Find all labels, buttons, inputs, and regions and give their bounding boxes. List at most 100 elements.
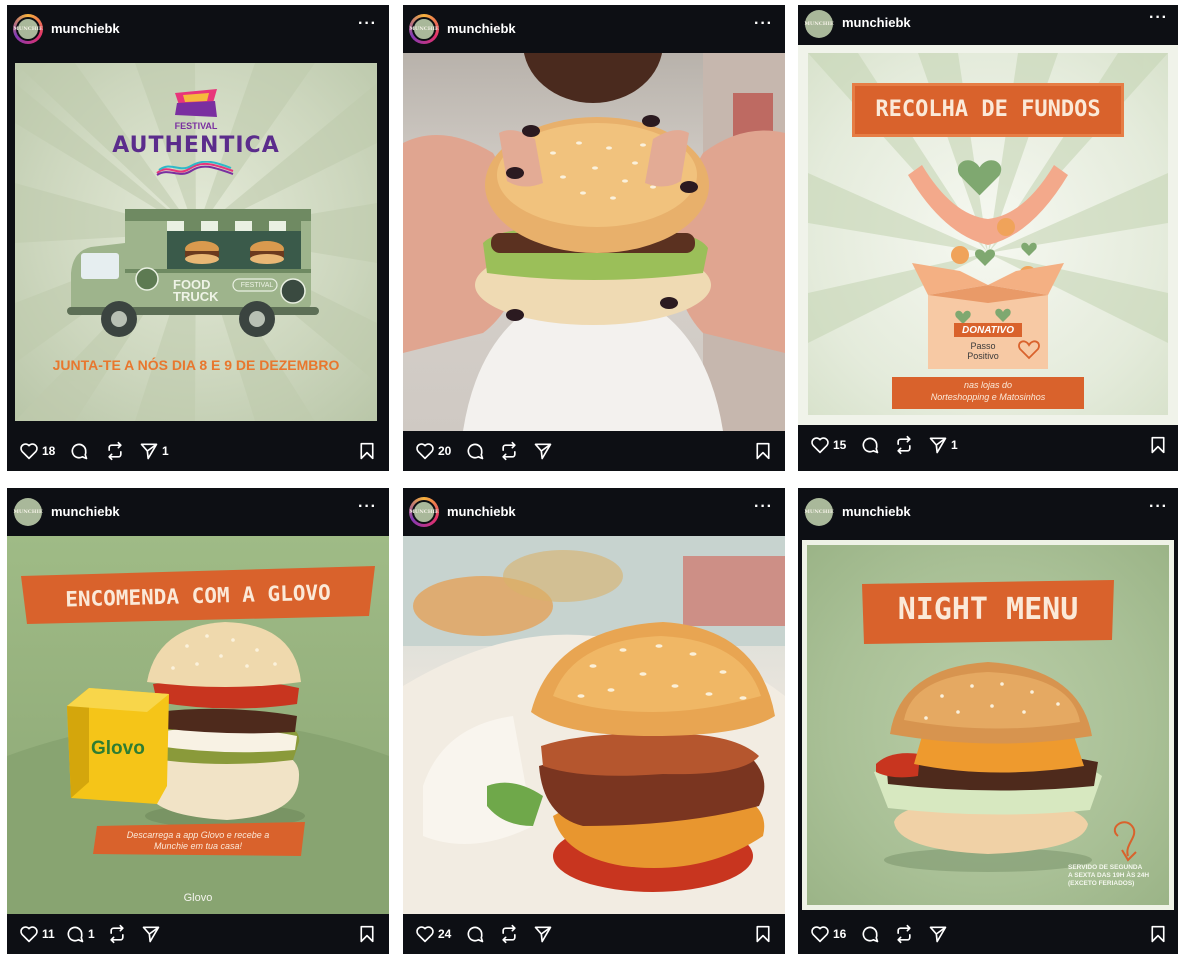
post-image[interactable]: RECOLHA DE FUNDOS DONATIVO Passo Positiv… [798,45,1178,425]
repost-button[interactable] [894,435,914,455]
more-options-icon[interactable]: ··· [358,498,377,516]
share-button[interactable]: 1 [928,435,958,455]
avatar[interactable]: MUNCHIE [13,14,43,44]
avatar[interactable]: MUNCHIE [804,9,834,39]
post-header: MUNCHIE munchiebk ··· [403,488,785,536]
more-options-icon[interactable]: ··· [358,15,377,33]
send-icon [929,926,947,943]
repost-icon [897,435,911,455]
like-button[interactable]: 24 [415,924,451,944]
action-bar: 18 1 [7,431,389,471]
post-card: MUNCHIE munchiebk ··· [798,488,1178,954]
promo-caption: Descarrega a app Glovo e recebe a Munchie… [126,830,270,851]
more-options-icon[interactable]: ··· [754,498,773,516]
comment-icon [862,437,879,454]
post-header: MUNCHIE munchiebk ··· [7,488,389,536]
action-bar: 16 [798,914,1178,954]
more-options-icon[interactable]: ··· [754,15,773,33]
avatar[interactable]: MUNCHIE [409,14,439,44]
heart-icon [416,926,434,943]
like-button[interactable]: 15 [810,435,846,455]
repost-button[interactable] [499,441,519,461]
username[interactable]: munchiebk [842,15,911,30]
repost-icon [502,441,516,461]
username[interactable]: munchiebk [447,504,516,519]
post-image[interactable]: FESTIVAL AUTHENTICA FOOD TRUCK FESTIVAL … [7,53,389,431]
repost-button[interactable] [107,924,127,944]
comment-button[interactable]: 1 [65,924,95,944]
save-button[interactable] [1150,925,1166,948]
bag-brand: Glovo [91,738,145,759]
truck-badge: FESTIVAL [240,282,274,289]
share-button[interactable] [141,924,161,944]
heart-icon [811,926,829,943]
food-truck-illustration [67,209,319,337]
post-card: MUNCHIE munchiebk ··· [7,5,389,471]
banner-title: NIGHT MENU [897,592,1079,627]
like-button[interactable]: 16 [810,924,846,944]
post-image[interactable]: NIGHT MENU SERVIDO DE SEGUNDA A SEXTA DAS… [798,536,1178,914]
like-button[interactable]: 11 [19,924,55,944]
like-count: 16 [833,927,847,941]
comment-button[interactable] [69,441,92,461]
username[interactable]: munchiebk [447,21,516,36]
festival-logo-icon [175,89,217,117]
share-button[interactable] [928,924,948,944]
schedule-note: SERVIDO DE SEGUNDA A SEXTA DAS 19H ÀS 24H… [1068,864,1150,887]
comment-button[interactable] [860,435,880,455]
save-button[interactable] [755,925,771,948]
save-button[interactable] [359,442,375,465]
username[interactable]: munchiebk [51,504,120,519]
repost-button[interactable] [105,441,125,461]
post-header: MUNCHIE munchiebk ··· [798,5,1178,45]
bookmark-icon [360,442,374,460]
repost-button[interactable] [499,924,519,944]
like-count: 15 [833,438,847,452]
post-image[interactable]: ENCOMENDA COM A GLOVO Glovo Descarrega a… [7,536,389,914]
share-button[interactable]: 1 [139,441,169,461]
comment-icon [71,443,88,460]
post-image[interactable] [403,53,785,431]
post-header: MUNCHIE munchiebk ··· [403,5,785,53]
heart-icon [20,926,38,943]
post-header: MUNCHIE munchiebk ··· [798,488,1178,536]
burger-in-hands-photo [403,53,785,431]
comment-button[interactable] [465,441,485,461]
send-icon [142,926,160,943]
repost-button[interactable] [894,924,914,944]
avatar[interactable]: MUNCHIE [13,497,43,527]
more-options-icon[interactable]: ··· [1149,498,1168,516]
avatar[interactable]: MUNCHIE [409,497,439,527]
repost-icon [502,924,516,944]
heart-icon [20,443,38,460]
post-grid: MUNCHIE munchiebk ··· FESTIVAL AUTHENTIC… [0,0,1178,954]
comment-icon [467,926,484,943]
post-image[interactable] [403,536,785,914]
comment-button[interactable] [465,924,485,944]
send-icon [534,443,552,460]
save-button[interactable] [755,442,771,465]
comment-button[interactable] [860,924,880,944]
like-count: 24 [438,927,452,941]
save-button[interactable] [1150,436,1166,459]
like-count: 18 [42,444,56,458]
donation-label: DONATIVO [961,325,1015,336]
post-card: MUNCHIE munchiebk ··· [403,5,785,471]
comment-icon [862,926,879,943]
glovo-footer-logo: Glovo [183,892,213,904]
post-header: MUNCHIE munchiebk ··· [7,5,389,53]
heart-icon [416,443,434,460]
wave-decoration-icon [156,161,234,176]
share-button[interactable] [533,441,553,461]
like-button[interactable]: 18 [19,441,55,461]
username[interactable]: munchiebk [51,21,120,36]
comment-icon [467,443,484,460]
username[interactable]: munchiebk [842,504,911,519]
save-button[interactable] [359,925,375,948]
share-button[interactable] [533,924,553,944]
more-options-icon[interactable]: ··· [1149,9,1168,27]
avatar[interactable]: MUNCHIE [804,497,834,527]
like-button[interactable]: 20 [415,441,451,461]
send-icon [534,926,552,943]
post-card: MUNCHIE munchiebk ··· RECOLHA DE FUNDOS [798,5,1178,471]
